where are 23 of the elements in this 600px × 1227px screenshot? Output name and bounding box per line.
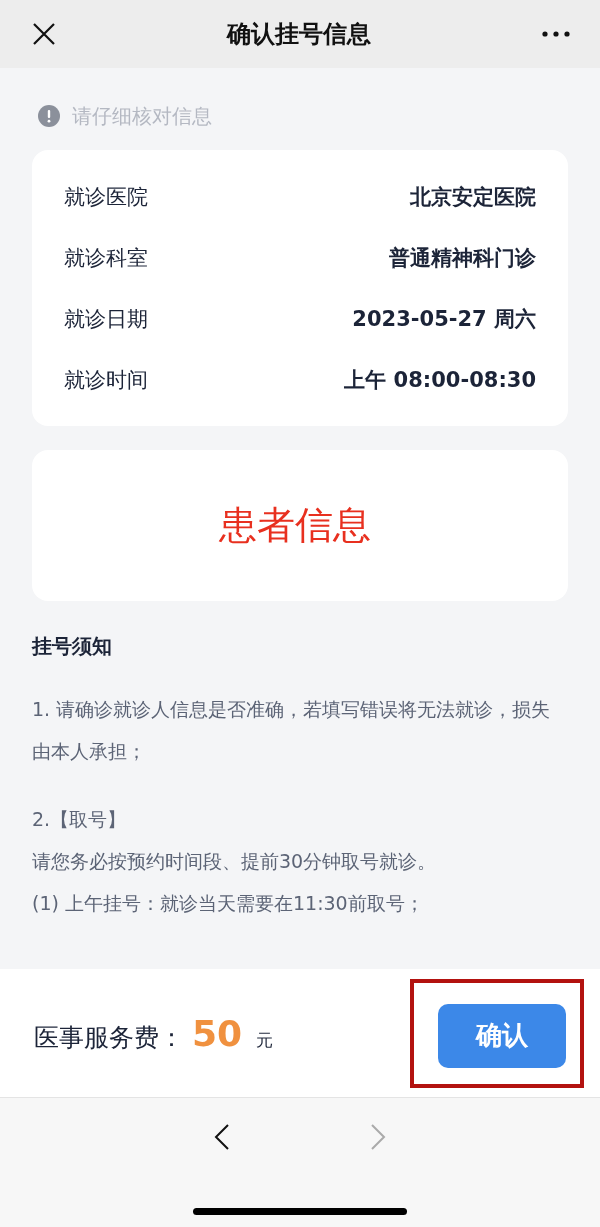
page-title: 确认挂号信息 <box>227 19 371 50</box>
close-icon[interactable] <box>32 22 56 46</box>
detail-value: 上午 08:00-08:30 <box>344 366 536 394</box>
notice-text: 请您务必按预约时间段、提前30分钟取号就诊。 <box>32 849 438 874</box>
detail-value: 北京安定医院 <box>410 183 536 211</box>
detail-label: 就诊科室 <box>64 244 148 272</box>
hint-text: 请仔细核对信息 <box>72 102 212 130</box>
fee-label: 医事服务费： <box>34 1021 184 1054</box>
confirm-button[interactable]: 确认 <box>438 1003 566 1068</box>
detail-value: 普通精神科门诊 <box>389 244 536 272</box>
detail-value: 2023-05-27 周六 <box>352 305 536 333</box>
info-icon <box>38 105 60 127</box>
patient-label: 患者信息 <box>219 502 371 549</box>
fee-amount: 50 <box>192 1012 243 1054</box>
more-icon[interactable] <box>542 31 570 37</box>
detail-label: 就诊医院 <box>64 183 148 211</box>
notice-text: (1) 上午挂号：就诊当天需要在11:30前取号； <box>32 891 425 916</box>
detail-label: 就诊时间 <box>64 366 148 394</box>
notice-text: 2.【取号】 <box>32 807 128 832</box>
detail-label: 就诊日期 <box>64 305 148 333</box>
notice-text: 1. 请确诊就诊人信息是否准确，若填写错误将无法就诊，损失由本人承担； <box>32 697 552 764</box>
notice-title: 挂号须知 <box>32 633 113 660</box>
fee-unit: 元 <box>256 1028 274 1052</box>
